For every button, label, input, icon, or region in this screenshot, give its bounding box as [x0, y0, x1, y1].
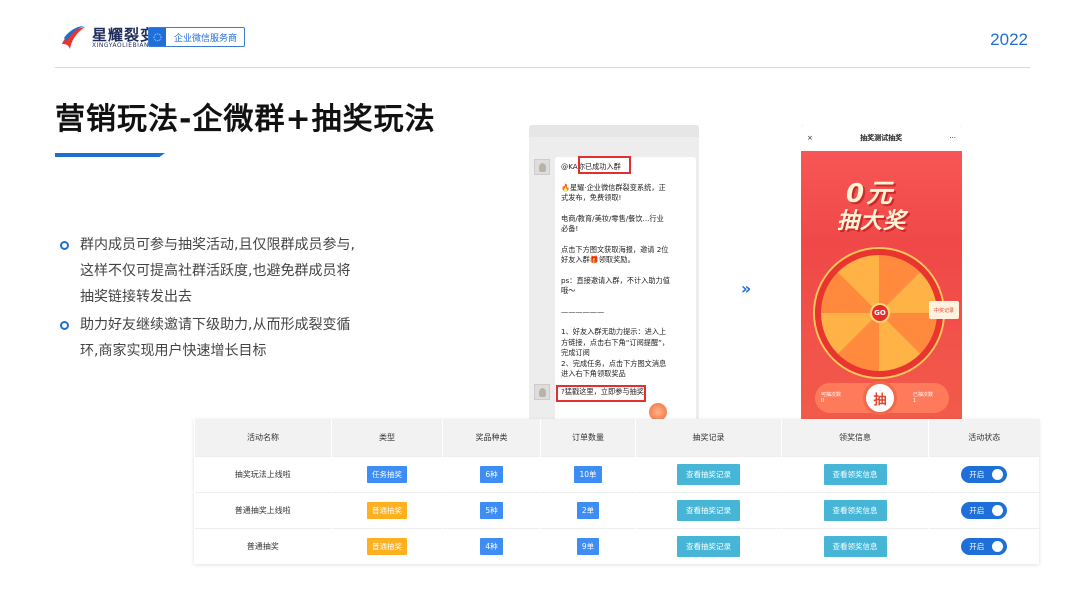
phone-title: 抽奖测试抽奖	[860, 134, 903, 142]
column-header: 活动状态	[928, 419, 1040, 456]
activity-name: 普通抽奖	[194, 527, 332, 564]
bullet-item: 助力好友继续邀请下级助力,从而形成裂变循 环,商家实现用户快速增长目标	[60, 312, 400, 364]
table-row: 抽奖玩法上线啦 任务抽奖 6种 10单 查看抽奖记录 查看领奖信息 开启	[194, 455, 1040, 492]
highlight-frame	[556, 385, 646, 402]
draw-button[interactable]: 抽	[863, 381, 897, 415]
toggle-knob-icon	[992, 468, 1004, 480]
table-header-row: 活动名称 类型 奖品种类 订单数量 抽奖记录 领奖信息 活动状态	[194, 419, 1040, 456]
status-toggle[interactable]: 开启	[961, 501, 1008, 519]
remaining-draws: 可抽次数 0	[821, 392, 842, 404]
column-header: 抽奖记录	[635, 419, 782, 456]
close-icon[interactable]: ×	[807, 134, 813, 142]
chat-topbar	[529, 125, 699, 137]
prize-kinds-tag: 5种	[480, 501, 503, 519]
welcome-message: @KA你已成功入群 🔥星耀·企业微信群裂变系统，正 式发布，免费领取! 电商/教育…	[555, 157, 696, 385]
table-row: 普通抽奖 普通抽奖 4种 9单 查看抽奖记录 查看领奖信息 开启	[194, 527, 1040, 564]
msg-line: ps：直接邀请入群，不计入助力值 哦～	[561, 275, 670, 296]
mention-text: @KA	[561, 162, 578, 171]
highlight-frame	[578, 156, 631, 174]
year-label: 2022	[990, 30, 1028, 49]
column-header: 奖品种类	[442, 419, 541, 456]
badge-text: 企业微信服务商	[174, 33, 238, 44]
msg-line: 1、好友入群无助力提示：进入上 方链接，点击右下角“订阅提醒”， 完成订阅 2、完成任…	[561, 327, 670, 378]
toggle-knob-icon	[992, 540, 1004, 552]
view-claim-button[interactable]: 查看领奖信息	[823, 499, 887, 521]
promo-line-2: 抽大奖	[837, 209, 907, 234]
used-draws: 已抽次数 1	[913, 392, 934, 404]
chevron-right-icon: ››	[741, 279, 751, 298]
bullet-line: 群内成员可参与抽奖活动,且仅限群成员参与,	[80, 237, 355, 253]
bullet-item: 群内成员可参与抽奖活动,且仅限群成员参与, 这样不仅可提高社群活跃度,也避免群成…	[60, 232, 400, 310]
msg-line: 点击下方图文获取海报，邀请 2位 好友入群🎁领取奖励。	[561, 244, 669, 265]
msg-line: 🔥星耀·企业微信群裂变系统，正 式发布，免费领取!	[561, 182, 666, 203]
more-icon[interactable]: ···	[949, 134, 956, 142]
order-count-tag: 10单	[574, 465, 602, 483]
prize-kinds-tag: 6种	[480, 465, 503, 483]
bullet-list: 群内成员可参与抽奖活动,且仅限群成员参与, 这样不仅可提高社群活跃度,也避免群成…	[60, 232, 400, 366]
type-tag: 普通抽奖	[367, 537, 407, 555]
order-count-tag: 9单	[576, 537, 600, 555]
page-title: 营销玩法-企微群+抽奖玩法	[55, 102, 436, 137]
lottery-phone-screenshot: × 抽奖测试抽奖 ··· 0元 抽大奖 GO 中奖记录 可抽次数 0 已抽次数 1 …	[801, 125, 962, 421]
lottery-table: 活动名称 类型 奖品种类 订单数量 抽奖记录 领奖信息 活动状态 抽奖玩法上线啦…	[194, 419, 1040, 564]
view-claim-button[interactable]: 查看领奖信息	[823, 463, 887, 485]
table-row: 普通抽奖上线啦 普通抽奖 5种 2单 查看抽奖记录 查看领奖信息 开启	[194, 491, 1040, 528]
column-header: 订单数量	[540, 419, 636, 456]
bullet-circle-icon	[60, 241, 69, 250]
view-claim-button[interactable]: 查看领奖信息	[823, 535, 887, 557]
group-chat-screenshot: @KA你已成功入群 🔥星耀·企业微信群裂变系统，正 式发布，免费领取! 电商/教育…	[529, 125, 699, 421]
view-record-button[interactable]: 查看抽奖记录	[677, 499, 740, 521]
bullet-line: 环,商家实现用户快速增长目标	[80, 343, 267, 359]
view-record-button[interactable]: 查看抽奖记录	[677, 463, 740, 485]
column-header: 活动名称	[194, 419, 332, 456]
bullet-line: 助力好友继续邀请下级助力,从而形成裂变循	[80, 317, 351, 333]
prize-kinds-tag: 4种	[480, 537, 503, 555]
slide: 星耀裂变 XINGYAOLIEBIAN ◌ 企业微信服务商 2022 营销玩法-…	[0, 0, 1080, 608]
column-header: 类型	[331, 419, 443, 456]
activity-name: 普通抽奖上线啦	[194, 491, 332, 528]
avatar	[534, 384, 550, 400]
title-underline	[55, 153, 165, 157]
order-count-tag: 2单	[576, 501, 600, 519]
view-record-button[interactable]: 查看抽奖记录	[677, 535, 740, 557]
bullet-circle-icon	[60, 321, 69, 330]
prize-record-button[interactable]: 中奖记录	[929, 301, 959, 319]
activity-name: 抽奖玩法上线啦	[194, 455, 332, 492]
phone-header: × 抽奖测试抽奖 ···	[801, 125, 962, 151]
type-tag: 任务抽奖	[367, 465, 407, 483]
status-toggle[interactable]: 开启	[961, 537, 1008, 555]
status-toggle[interactable]: 开启	[961, 465, 1008, 483]
bullet-line: 抽奖链接转发出去	[80, 289, 192, 305]
column-header: 领奖信息	[781, 419, 929, 456]
msg-divider: ——————	[561, 306, 605, 316]
msg-line: 电商/教育/美妆/零售/餐饮...行业 必备!	[561, 213, 664, 234]
header-divider	[55, 67, 1030, 68]
toggle-knob-icon	[992, 504, 1004, 516]
type-tag: 普通抽奖	[367, 501, 407, 519]
brand-pinyin: XINGYAOLIEBIAN	[92, 42, 150, 49]
brand-logo-icon	[62, 26, 85, 49]
bullet-line: 这样不仅可提高社群活跃度,也避免群成员将	[80, 263, 351, 279]
wecom-icon: ◌	[149, 28, 166, 46]
go-button[interactable]: GO	[870, 303, 890, 323]
service-badge: ◌ 企业微信服务商	[148, 27, 245, 47]
avatar	[534, 159, 550, 175]
